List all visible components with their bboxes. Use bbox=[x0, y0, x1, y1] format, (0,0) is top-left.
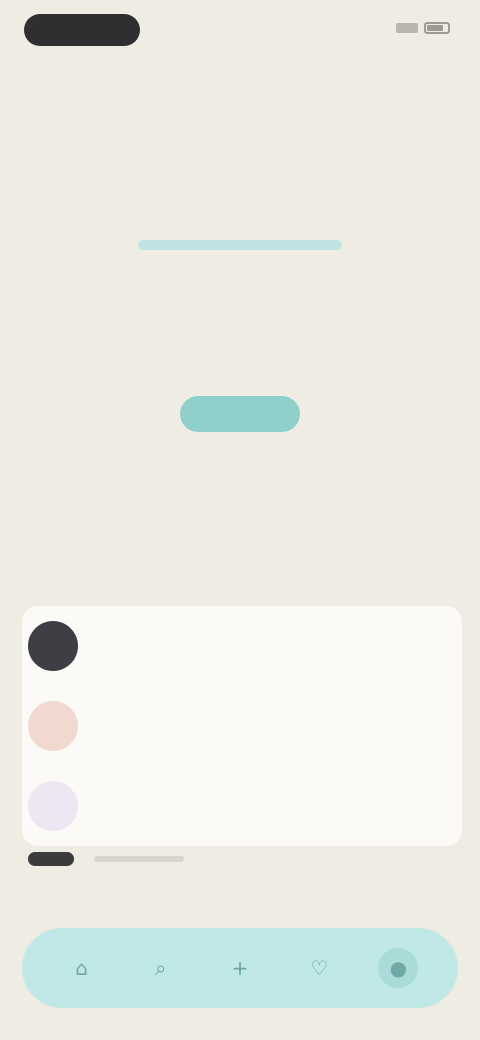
list-item[interactable] bbox=[22, 606, 462, 686]
add-icon: + bbox=[231, 956, 249, 980]
status-icons bbox=[396, 22, 450, 34]
tab-home[interactable]: ⌂ bbox=[62, 948, 102, 988]
bottom-tab-bar: ⌂ ⌕ + ♡ ● bbox=[22, 928, 458, 1008]
tab-favorites[interactable]: ♡ bbox=[299, 948, 339, 988]
status-bar bbox=[0, 0, 480, 60]
footer-peek-row bbox=[0, 848, 480, 870]
primary-cta-button[interactable] bbox=[180, 396, 300, 432]
avatar bbox=[28, 781, 78, 831]
heart-icon: ♡ bbox=[310, 956, 329, 980]
avatar bbox=[28, 621, 78, 671]
tab-add[interactable]: + bbox=[220, 948, 260, 988]
dynamic-island bbox=[24, 14, 140, 46]
tab-search[interactable]: ⌕ bbox=[141, 948, 181, 988]
feature-card bbox=[22, 606, 462, 846]
avatar bbox=[28, 701, 78, 751]
divider bbox=[94, 856, 184, 862]
home-icon: ⌂ bbox=[75, 956, 88, 980]
list-item[interactable] bbox=[22, 766, 462, 846]
avatar bbox=[28, 852, 74, 866]
profile-icon: ● bbox=[389, 956, 408, 980]
hero-underline bbox=[138, 240, 342, 250]
search-icon: ⌕ bbox=[155, 956, 167, 980]
tab-profile[interactable]: ● bbox=[378, 948, 419, 988]
list-item[interactable] bbox=[22, 686, 462, 766]
battery-icon bbox=[424, 22, 450, 34]
signal-icon bbox=[396, 23, 418, 33]
